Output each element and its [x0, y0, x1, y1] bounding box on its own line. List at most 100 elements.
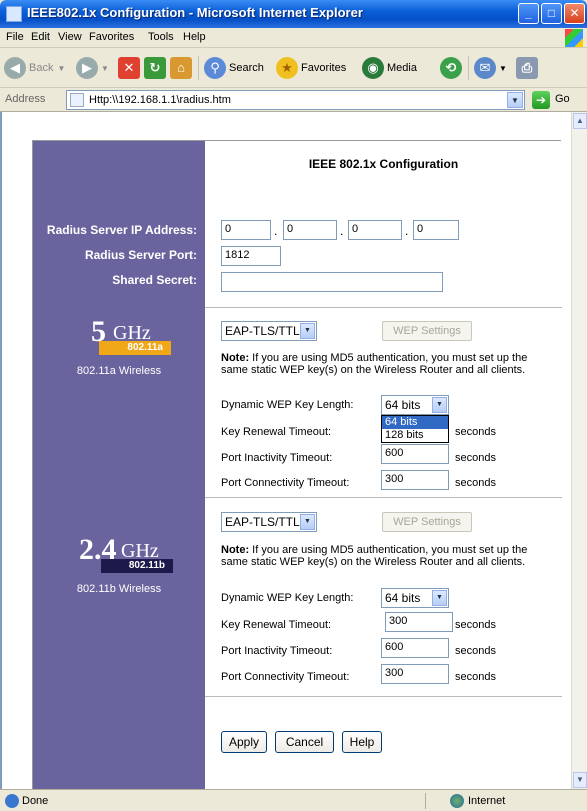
auth-mode-select-b[interactable]: EAP-TLS/TTLS ▼: [221, 512, 317, 532]
802-11b-caption: 802.11b Wireless: [76, 583, 162, 595]
chevron-down-icon: ▼: [300, 323, 315, 339]
address-dropdown-icon[interactable]: ▼: [507, 92, 523, 108]
seconds-unit: seconds: [455, 645, 496, 657]
radius-port-input[interactable]: 1812: [221, 246, 281, 266]
inactivity-input-a[interactable]: 600: [381, 444, 449, 464]
back-button[interactable]: ◀ Back ▼: [4, 55, 65, 81]
5ghz-logo-bar: 802.11a: [99, 341, 171, 355]
seconds-unit: seconds: [455, 426, 496, 438]
seconds-unit: seconds: [455, 619, 496, 631]
apply-button[interactable]: Apply: [221, 731, 267, 753]
maximize-button[interactable]: □: [541, 3, 562, 24]
favorites-button[interactable]: ★ Favorites: [276, 55, 346, 81]
print-button[interactable]: ⎙: [516, 55, 541, 81]
back-arrow-icon: ◀: [4, 57, 26, 79]
toolbar-separator: [198, 56, 199, 80]
media-button[interactable]: ◉ Media: [362, 55, 417, 81]
radius-ip-octet-1[interactable]: 0: [221, 220, 271, 240]
menu-edit[interactable]: Edit: [31, 31, 50, 43]
go-arrow-icon[interactable]: ➔: [532, 91, 550, 109]
favorites-star-icon: ★: [276, 57, 298, 79]
browser-window: IEEE802.1x Configuration - Microsoft Int…: [0, 0, 587, 811]
shared-secret-label: Shared Secret:: [112, 273, 197, 287]
stop-button[interactable]: ✕: [118, 55, 143, 81]
status-text: Done: [22, 795, 49, 807]
mail-button[interactable]: ✉ ▼: [474, 55, 507, 81]
media-icon: ◉: [362, 57, 384, 79]
key-length-option-64[interactable]: 64 bits: [382, 416, 448, 429]
status-bar: Done Internet: [0, 789, 587, 811]
key-length-value-a: 64 bits: [385, 398, 421, 412]
close-button[interactable]: ✕: [564, 3, 585, 24]
menu-favorites[interactable]: Favorites: [89, 31, 134, 43]
chevron-down-icon: ▼: [432, 590, 447, 606]
minimize-button[interactable]: _: [518, 3, 539, 24]
2-4ghz-logo-bar: 802.11b: [101, 559, 173, 573]
wep-settings-button-a[interactable]: WEP Settings: [382, 321, 472, 341]
menu-view[interactable]: View: [58, 31, 82, 43]
note-text-a: If you are using MD5 authentication, you…: [221, 352, 528, 376]
md5-note-a: Note: If you are using MD5 authenticatio…: [221, 352, 557, 376]
renewal-label-a: Key Renewal Timeout:: [221, 426, 332, 438]
key-length-option-128[interactable]: 128 bits: [382, 429, 448, 442]
page-done-icon: [5, 794, 19, 808]
forward-dropdown-icon[interactable]: ▼: [101, 64, 109, 73]
menu-help[interactable]: Help: [183, 31, 206, 43]
help-button[interactable]: Help: [342, 731, 382, 753]
menu-bar: File Edit View Favorites Tools Help: [0, 28, 587, 48]
scroll-up-icon[interactable]: ▲: [573, 113, 587, 129]
cancel-button[interactable]: Cancel: [275, 731, 334, 753]
search-button[interactable]: ⚲ Search: [204, 55, 264, 81]
back-label: Back: [29, 62, 54, 74]
favorites-label: Favorites: [301, 62, 347, 74]
note-bold-a: Note:: [221, 352, 250, 364]
key-length-value-b: 64 bits: [385, 591, 421, 605]
key-length-label-a: Dynamic WEP Key Length:: [221, 399, 354, 411]
auth-mode-value-b: EAP-TLS/TTLS: [225, 515, 308, 529]
connectivity-input-b[interactable]: 300: [381, 664, 449, 684]
scroll-down-icon[interactable]: ▼: [573, 772, 587, 788]
renewal-label-b: Key Renewal Timeout:: [221, 619, 332, 631]
back-dropdown-icon[interactable]: ▼: [57, 64, 65, 73]
radius-ip-octet-2[interactable]: 0: [283, 220, 337, 240]
menu-tools[interactable]: Tools: [148, 31, 174, 43]
note-text-b: If you are using MD5 authentication, you…: [221, 544, 528, 568]
inactivity-input-b[interactable]: 600: [381, 638, 449, 658]
home-icon: ⌂: [170, 57, 192, 79]
wep-settings-button-b[interactable]: WEP Settings: [382, 512, 472, 532]
mail-icon: ✉: [474, 57, 496, 79]
home-button[interactable]: ⌂: [170, 55, 195, 81]
history-button[interactable]: ⟲: [440, 55, 465, 81]
title-bar[interactable]: IEEE802.1x Configuration - Microsoft Int…: [0, 0, 587, 28]
key-length-select-a[interactable]: 64 bits ▼: [381, 395, 449, 415]
print-icon: ⎙: [516, 57, 538, 79]
radius-ip-octet-4[interactable]: 0: [413, 220, 459, 240]
connectivity-input-a[interactable]: 300: [381, 470, 449, 490]
config-panel: 300 Radius Server IP Address: Radius Ser…: [32, 140, 562, 789]
note-bold-b: Note:: [221, 544, 250, 556]
mail-dropdown-icon[interactable]: ▼: [499, 64, 507, 73]
forward-arrow-icon: ▶: [76, 57, 98, 79]
key-length-select-b[interactable]: 64 bits ▼: [381, 588, 449, 608]
ie-page-icon: [6, 6, 22, 22]
go-button[interactable]: Go: [555, 93, 570, 105]
802-11a-caption: 802.11a Wireless: [76, 365, 162, 377]
refresh-button[interactable]: ↻: [144, 55, 169, 81]
ip-dot: .: [340, 224, 344, 238]
shared-secret-input[interactable]: [221, 272, 443, 292]
right-form: IEEE 802.1x Configuration 0 . 0 . 0 . 0 …: [205, 141, 562, 789]
zone-text: Internet: [468, 795, 506, 807]
address-input[interactable]: Http:\\192.168.1.1\radius.htm ▼: [66, 90, 525, 110]
status-separator: [425, 793, 426, 809]
divider: [205, 497, 562, 498]
radius-ip-octet-3[interactable]: 0: [348, 220, 402, 240]
menu-file[interactable]: File: [6, 31, 24, 43]
forward-button[interactable]: ▶ ▼: [76, 55, 109, 81]
vertical-scrollbar[interactable]: ▲ ▼: [571, 112, 587, 789]
renewal-input-b[interactable]: 300: [385, 612, 453, 632]
auth-mode-select-a[interactable]: EAP-TLS/TTLS ▼: [221, 321, 317, 341]
chevron-down-icon: ▼: [432, 397, 447, 413]
2-4ghz-logo: 2.4 GHz 802.11b: [79, 535, 175, 577]
5ghz-logo-std: 802.11a: [127, 342, 163, 353]
search-label: Search: [229, 62, 264, 74]
